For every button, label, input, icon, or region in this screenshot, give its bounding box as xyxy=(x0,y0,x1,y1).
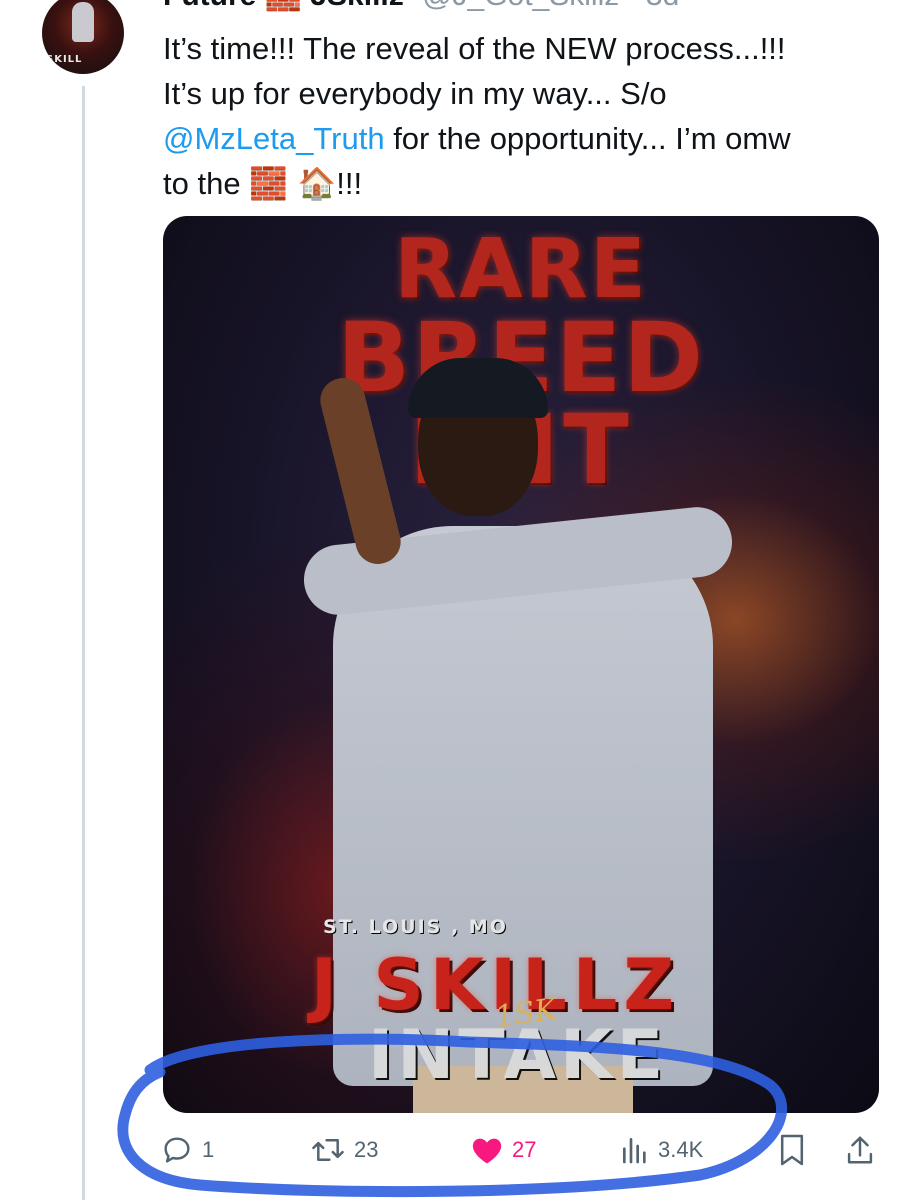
views-button[interactable]: 3.4K xyxy=(620,1128,703,1172)
thread-line xyxy=(82,86,85,1200)
tweet-header: Future 🧱 JSkillz @J_Got_Skillz · 3d xyxy=(163,0,679,13)
tweet-actions: 1 23 27 3.4K xyxy=(160,1128,880,1172)
author-avatar[interactable]: SKILL xyxy=(42,0,124,74)
retweet-count: 23 xyxy=(354,1137,379,1162)
person-cap xyxy=(408,358,548,418)
avatar-figure xyxy=(72,2,94,42)
retweet-icon xyxy=(310,1133,346,1167)
heart-icon xyxy=(470,1134,504,1166)
tweet-text: It’s time!!! The reveal of the NEW proce… xyxy=(163,26,883,207)
person-hand xyxy=(315,373,406,569)
share-icon xyxy=(845,1133,875,1167)
tweet-line-1: It’s time!!! The reveal of the NEW proce… xyxy=(163,31,786,66)
mention-link[interactable]: @MzLeta_Truth xyxy=(163,121,385,156)
reply-button[interactable]: 1 xyxy=(160,1128,214,1172)
bookmark-icon xyxy=(778,1133,806,1167)
like-count: 27 xyxy=(512,1137,537,1162)
reply-count: 1 xyxy=(202,1137,215,1162)
last-line-suffix: !!! xyxy=(336,166,363,201)
mention-tail: for the opportunity... I’m omw xyxy=(384,121,791,156)
tweet-line-2: It’s up for everybody in my way... S/o xyxy=(163,76,667,111)
author-name[interactable]: Future 🧱 JSkillz xyxy=(163,0,404,12)
views-count: 3.4K xyxy=(658,1137,704,1162)
tweet-media-image[interactable]: RARE BREED ENT ST. LOUIS , MO J SKILLZ I… xyxy=(163,216,879,1113)
author-handle[interactable]: @J_Got_Skillz · 3d xyxy=(422,0,679,12)
reply-icon xyxy=(160,1133,194,1167)
tweet-line-4: to the 🧱 🏠!!! xyxy=(163,161,883,207)
last-line-prefix: to the xyxy=(163,166,250,201)
tweet-line-3: @MzLeta_Truth for the opportunity... I’m… xyxy=(163,116,883,161)
avatar-tag: SKILL xyxy=(46,54,83,65)
share-button[interactable] xyxy=(845,1128,875,1172)
retweet-button[interactable]: 23 xyxy=(310,1128,378,1172)
poster-location: ST. LOUIS , MO xyxy=(323,916,508,938)
bookmark-button[interactable] xyxy=(778,1128,806,1172)
views-icon xyxy=(620,1134,650,1166)
like-button[interactable]: 27 xyxy=(470,1128,536,1172)
brick-house-emoji: 🧱 🏠 xyxy=(249,166,337,202)
